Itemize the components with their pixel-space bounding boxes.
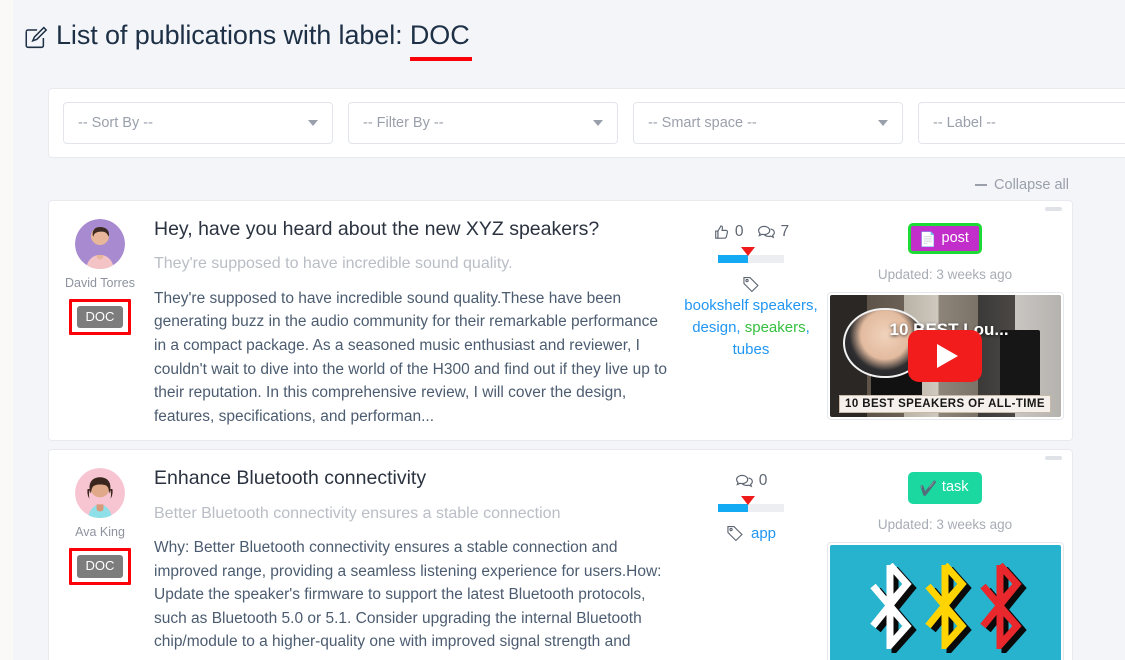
- media-thumbnail[interactable]: 10 BEST Lou... 10 BEST SPEAKERS OF ALL-T…: [826, 292, 1064, 421]
- engagement-counters: 0: [735, 472, 768, 490]
- tag-list: app: [726, 524, 776, 542]
- progress-bar[interactable]: [718, 496, 784, 513]
- updated-timestamp: Updated: 3 weeks ago: [877, 267, 1013, 283]
- label-select[interactable]: -- Label --: [918, 102, 1125, 144]
- comment-counter[interactable]: 0: [735, 472, 768, 490]
- right-column: 📄 post Updated: 3 weeks ago 10 BEST Lou.…: [826, 215, 1072, 428]
- comment-bubble-icon: [757, 224, 776, 241]
- thumbs-up-icon: [713, 224, 730, 241]
- comment-bubble-icon: [735, 473, 754, 490]
- check-emoji-icon: ✔️: [919, 479, 937, 496]
- author-column: David Torres DOC: [54, 215, 146, 428]
- page-header: List of publications with label: DOC: [13, 0, 1125, 72]
- content-column: Hey, have you heard about the new XYZ sp…: [146, 215, 676, 428]
- publication-body: Why: Better Bluetooth connectivity ensur…: [154, 539, 662, 660]
- publication-list: David Torres DOC Hey, have you heard abo…: [48, 200, 1073, 660]
- left-gutter-strip: [0, 0, 13, 660]
- tag-separator: ,: [813, 297, 818, 314]
- publication-subtitle: Better Bluetooth connectivity ensures a …: [154, 504, 561, 522]
- tag-list: bookshelf speakers, design, speakers, tu…: [676, 275, 826, 360]
- content-column: Enhance Bluetooth connectivity Better Bl…: [146, 464, 676, 660]
- filter-by-select[interactable]: -- Filter By --: [348, 102, 618, 144]
- author-column: Ava King DOC: [54, 464, 146, 660]
- type-badge-post[interactable]: 📄 post: [908, 223, 982, 255]
- comment-counter[interactable]: 7: [757, 223, 790, 241]
- doc-label-highlight: DOC: [68, 299, 132, 336]
- card-drag-handle[interactable]: [1045, 207, 1062, 211]
- tag-icon: [676, 275, 826, 293]
- engagement-counters: 0 7: [713, 223, 789, 241]
- author-name: Ava King: [75, 525, 125, 540]
- label-value: -- Label --: [933, 115, 996, 131]
- youtube-play-icon[interactable]: [908, 330, 982, 383]
- progress-fill: [718, 504, 748, 513]
- page-title-label-value: DOC: [409, 20, 472, 61]
- speaker-image-right: [1000, 329, 1040, 403]
- meta-column: 0 app: [676, 464, 826, 660]
- chevron-down-icon: [593, 120, 603, 126]
- bluetooth-logos-image: [829, 544, 1061, 660]
- comment-count: 0: [758, 472, 768, 490]
- like-count: 0: [734, 223, 744, 240]
- meta-column: 0 7 bookshelf speakers, design, speakers…: [676, 215, 826, 428]
- page-title: List of publications with label: DOC: [56, 19, 472, 61]
- sort-by-value: -- Sort By --: [78, 115, 153, 131]
- bluetooth-icon-yellow: [922, 562, 972, 653]
- type-badge-label: task: [941, 479, 969, 496]
- tag-item[interactable]: design: [692, 319, 736, 336]
- tag-item[interactable]: tubes: [733, 341, 770, 358]
- like-counter[interactable]: 0: [713, 223, 744, 241]
- bluetooth-icon-red: [977, 562, 1027, 653]
- author-name: David Torres: [65, 276, 135, 290]
- publication-title[interactable]: Enhance Bluetooth connectivity: [154, 466, 670, 491]
- publication-title[interactable]: Hey, have you heard about the new XYZ sp…: [154, 217, 670, 242]
- tag-item[interactable]: speakers: [745, 319, 806, 336]
- bluetooth-icon-white: [867, 562, 917, 653]
- comment-count: 7: [780, 223, 790, 240]
- collapse-all-button[interactable]: Collapse all: [975, 177, 1069, 193]
- publication-card[interactable]: Ava King DOC Enhance Bluetooth connectiv…: [48, 449, 1073, 660]
- doc-label-badge[interactable]: DOC: [76, 555, 124, 578]
- video-caption-band: 10 BEST SPEAKERS OF ALL-TIME: [838, 394, 1052, 413]
- document-emoji-icon: 📄: [919, 230, 937, 247]
- progress-marker-icon: [740, 247, 755, 256]
- publication-card[interactable]: David Torres DOC Hey, have you heard abo…: [48, 200, 1073, 442]
- right-column: ✔️ task Updated: 3 weeks ago: [826, 464, 1072, 660]
- progress-marker-icon: [740, 496, 755, 506]
- chevron-down-icon: [308, 120, 318, 126]
- tag-separator: ,: [805, 318, 810, 336]
- filter-by-value: -- Filter By --: [363, 115, 444, 131]
- smart-space-value: -- Smart space --: [648, 115, 757, 131]
- sort-by-select[interactable]: -- Sort By --: [63, 102, 333, 144]
- collapse-all-label: Collapse all: [994, 177, 1069, 193]
- progress-fill: [718, 255, 748, 263]
- progress-bar[interactable]: [718, 247, 784, 263]
- filter-bar: -- Sort By -- -- Filter By -- -- Smart s…: [48, 88, 1125, 158]
- publication-subtitle: They're supposed to have incredible soun…: [154, 255, 513, 273]
- chevron-down-icon: [878, 120, 888, 126]
- youtube-thumbnail: 10 BEST Lou... 10 BEST SPEAKERS OF ALL-T…: [829, 295, 1061, 418]
- minus-icon: [975, 184, 988, 186]
- type-badge-label: post: [941, 230, 969, 246]
- doc-label-highlight: DOC: [68, 548, 132, 585]
- thumbnail-background: [829, 544, 1061, 660]
- avatar[interactable]: [75, 219, 125, 269]
- media-thumbnail[interactable]: [826, 541, 1064, 660]
- publication-body: They're supposed to have incredible soun…: [154, 289, 668, 425]
- tag-icon: [726, 524, 744, 542]
- edit-pencil-icon[interactable]: [23, 25, 49, 51]
- avatar[interactable]: [75, 468, 125, 519]
- tag-item[interactable]: app: [751, 525, 776, 542]
- tag-separator: ,: [736, 318, 745, 336]
- smart-space-select[interactable]: -- Smart space --: [633, 102, 903, 144]
- card-drag-handle[interactable]: [1045, 456, 1062, 461]
- tag-item[interactable]: bookshelf speakers: [684, 297, 813, 314]
- page-title-prefix: List of publications with label:: [56, 19, 403, 50]
- doc-label-badge[interactable]: DOC: [76, 306, 124, 329]
- updated-timestamp: Updated: 3 weeks ago: [877, 516, 1013, 532]
- type-badge-task[interactable]: ✔️ task: [908, 472, 982, 504]
